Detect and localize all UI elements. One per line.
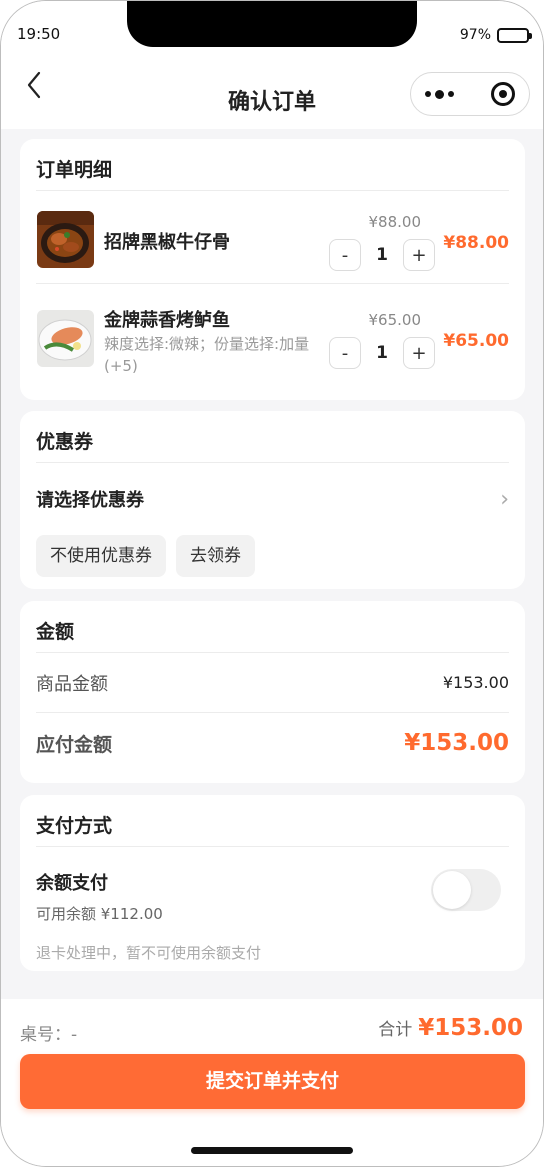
close-miniprogram-icon[interactable] bbox=[491, 82, 515, 106]
more-icon[interactable] bbox=[425, 89, 454, 99]
item-spec: 辣度选择:微辣；份量选择:加量(+5) bbox=[104, 335, 310, 375]
notch bbox=[127, 1, 417, 47]
submit-order-button[interactable]: 提交订单并支付 bbox=[20, 1054, 525, 1109]
status-time: 19:50 bbox=[17, 25, 61, 43]
dish-image bbox=[37, 211, 94, 268]
toggle-knob bbox=[433, 871, 471, 909]
payable-amount-value: ¥153.00 bbox=[404, 730, 509, 756]
home-indicator bbox=[191, 1147, 353, 1154]
item-total: ¥88.00 bbox=[443, 233, 509, 253]
payment-title: 支付方式 bbox=[36, 795, 509, 847]
order-details-card: 订单明细 招牌黑椒牛仔骨 ¥88.00 - 1 + ¥88.00 金牌蒜香烤鲈鱼… bbox=[20, 139, 525, 400]
coupon-title: 优惠券 bbox=[36, 411, 509, 463]
coupon-select-label: 请选择优惠券 bbox=[36, 490, 144, 511]
goods-amount-value: ¥153.00 bbox=[442, 673, 509, 692]
balance-payment-toggle[interactable] bbox=[431, 869, 501, 911]
item-name: 金牌蒜香烤鲈鱼 bbox=[104, 310, 230, 331]
item-name: 招牌黑椒牛仔骨 bbox=[104, 232, 230, 253]
increase-quantity-button[interactable]: + bbox=[403, 337, 435, 369]
battery-icon bbox=[497, 27, 532, 43]
amount-card: 金额 商品金额 ¥153.00 应付金额 ¥153.00 bbox=[20, 601, 525, 783]
order-item: 招牌黑椒牛仔骨 ¥88.00 - 1 + ¥88.00 bbox=[36, 191, 509, 283]
order-details-title: 订单明细 bbox=[36, 139, 509, 191]
decrease-quantity-button[interactable]: - bbox=[329, 337, 361, 369]
payable-amount-label: 应付金额 bbox=[36, 733, 113, 756]
battery-status: 97% bbox=[459, 27, 532, 43]
total-label: 合计 bbox=[378, 1020, 413, 1040]
quantity-value: 1 bbox=[376, 343, 388, 363]
chevron-right-icon: › bbox=[500, 486, 509, 512]
mini-program-capsule bbox=[410, 72, 530, 116]
coupon-card: 优惠券 请选择优惠券 › 不使用优惠券 去领券 bbox=[20, 411, 525, 589]
get-coupon-button[interactable]: 去领券 bbox=[176, 535, 255, 577]
quantity-stepper: - 1 + bbox=[329, 337, 435, 369]
coupon-options: 不使用优惠券 去领券 bbox=[36, 535, 509, 577]
no-coupon-button[interactable]: 不使用优惠券 bbox=[36, 535, 166, 577]
table-number: 桌号：- bbox=[20, 1025, 78, 1045]
quantity-value: 1 bbox=[376, 245, 388, 265]
status-bar: 19:50 97% bbox=[1, 1, 543, 57]
decrease-quantity-button[interactable]: - bbox=[329, 239, 361, 271]
quantity-stepper: - 1 + bbox=[329, 239, 435, 271]
unit-price: ¥65.00 bbox=[368, 311, 422, 329]
goods-amount-row: 商品金额 ¥153.00 bbox=[36, 653, 509, 713]
coupon-select-row[interactable]: 请选择优惠券 › bbox=[36, 463, 509, 535]
phone-screen: 19:50 97% 确认订单 订单明细 招牌黑椒牛仔骨 ¥88.00 - 1 +… bbox=[0, 0, 544, 1167]
checkout-bar: 桌号：- 合计 ¥153.00 提交订单并支付 bbox=[1, 999, 543, 1166]
item-total: ¥65.00 bbox=[443, 331, 509, 351]
payment-card: 支付方式 余额支付 可用余额 ¥112.00 退卡处理中，暂不可使用余额支付 bbox=[20, 795, 525, 971]
increase-quantity-button[interactable]: + bbox=[403, 239, 435, 271]
battery-percent: 97% bbox=[459, 27, 491, 43]
order-total: 合计 ¥153.00 bbox=[378, 1015, 523, 1041]
goods-amount-label: 商品金额 bbox=[36, 673, 108, 695]
payable-amount-row: 应付金额 ¥153.00 bbox=[36, 713, 509, 773]
total-value: ¥153.00 bbox=[418, 1015, 523, 1041]
amount-title: 金额 bbox=[36, 601, 509, 653]
nav-bar: 确认订单 bbox=[1, 57, 543, 129]
unit-price: ¥88.00 bbox=[368, 213, 422, 231]
dish-image bbox=[37, 310, 94, 367]
payment-notice: 退卡处理中，暂不可使用余额支付 bbox=[36, 944, 262, 962]
order-item: 金牌蒜香烤鲈鱼 辣度选择:微辣；份量选择:加量(+5) ¥65.00 - 1 +… bbox=[36, 283, 509, 399]
